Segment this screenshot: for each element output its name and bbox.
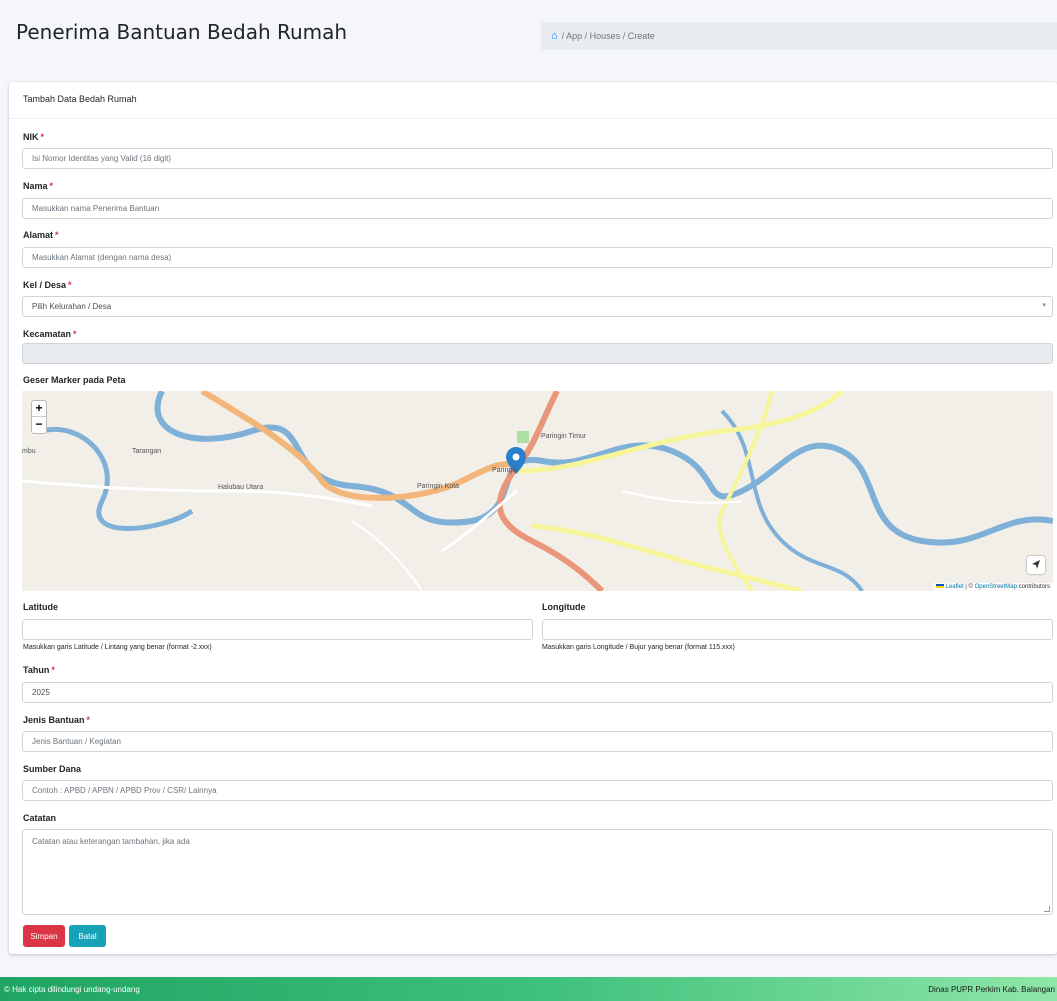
latitude-label: Latitude <box>23 602 58 612</box>
tahun-label: Tahun * <box>23 665 55 675</box>
jenis-label: Jenis Bantuan * <box>23 715 91 725</box>
map-tiles <box>22 391 1053 591</box>
alamat-input[interactable]: Masukkan Alamat (dengan nama desa) <box>22 247 1053 268</box>
tahun-input[interactable]: 2025 <box>22 682 1053 703</box>
jenis-input[interactable]: Jenis Bantuan / Kegiatan <box>22 731 1053 752</box>
footer-copyright: © Hak cipta dilindungi undang-undang <box>4 984 140 994</box>
longitude-hint: Masukkan garis Longitude / Bujur yang be… <box>542 644 735 651</box>
desa-select[interactable]: Pilih Kelurahan / Desa ▾ <box>22 296 1053 317</box>
place-halubau: Halubau Utara <box>218 484 264 491</box>
map-label: Geser Marker pada Peta <box>23 375 126 385</box>
ukraine-flag-icon <box>935 584 944 589</box>
attribution-contributors: contributors <box>1016 584 1050 590</box>
place-mbu: mbu <box>22 448 36 455</box>
card-title: Tambah Data Bedah Rumah <box>9 82 1057 119</box>
place-paringin: Paringin <box>492 467 518 474</box>
nama-input[interactable]: Masukkan nama Penerima Bantuan <box>22 198 1053 219</box>
zoom-out-button[interactable]: − <box>32 417 46 433</box>
locate-button[interactable] <box>1027 556 1045 574</box>
osm-link[interactable]: OpenStreetMap <box>975 584 1017 590</box>
content-header: Penerima Bantuan Bedah Rumah ⌂ / App / H… <box>0 0 1057 82</box>
zoom-in-button[interactable]: + <box>32 401 46 417</box>
catatan-textarea[interactable]: Catatan atau keterangan tambahan, jika a… <box>22 829 1053 915</box>
kecamatan-input <box>22 343 1053 364</box>
sumber-input[interactable]: Contoh : APBD / APBN / APBD Prov / CSR/ … <box>22 780 1053 801</box>
save-button[interactable]: Simpan <box>23 925 65 947</box>
page-title: Penerima Bantuan Bedah Rumah <box>16 20 348 44</box>
zoom-control: + − <box>31 400 47 434</box>
place-tarangan: Tarangan <box>132 448 162 455</box>
form-card: Tambah Data Bedah Rumah NIK * Isi Nomor I… <box>9 82 1057 954</box>
latitude-hint: Masukkan garis Latitude / Lintang yang b… <box>23 644 212 651</box>
map-attribution: Leaflet | © OpenStreetMap contributors <box>932 583 1053 591</box>
footer-org: Dinas PUPR Perkim Kab. Balangan <box>928 984 1055 994</box>
sumber-label: Sumber Dana <box>23 764 82 774</box>
navigation-arrow-icon <box>1032 560 1040 569</box>
catatan-label: Catatan <box>23 813 57 823</box>
breadcrumb-path[interactable]: / App / Houses / Create <box>562 31 655 41</box>
desa-selected-value: Pilih Kelurahan / Desa <box>32 302 112 311</box>
location-map[interactable]: Paringin Paringin Kota Paringin Timur Ta… <box>22 391 1053 591</box>
footer: © Hak cipta dilindungi undang-undang Din… <box>0 977 1057 1001</box>
home-icon[interactable]: ⌂ <box>551 30 558 42</box>
alamat-label: Alamat * <box>23 230 59 240</box>
place-paringin-timur: Paringin Timur <box>541 433 587 440</box>
longitude-label: Longitude <box>542 602 586 612</box>
catatan-placeholder: Catatan atau keterangan tambahan, jika a… <box>32 837 190 846</box>
cancel-button[interactable]: Batal <box>69 925 106 947</box>
place-paringin-kota: Paringin Kota <box>417 483 460 490</box>
attribution-separator: | © <box>963 584 975 590</box>
latitude-input[interactable] <box>22 619 533 640</box>
chevron-down-icon: ▾ <box>1042 302 1046 309</box>
nama-label: Nama * <box>23 181 54 191</box>
desa-label: Kel / Desa * <box>23 280 72 290</box>
leaflet-link[interactable]: Leaflet <box>946 584 964 590</box>
longitude-input[interactable] <box>542 619 1053 640</box>
resize-handle[interactable] <box>1044 906 1050 912</box>
kecamatan-label: Kecamatan * <box>23 329 77 339</box>
breadcrumb: ⌂ / App / Houses / Create <box>541 22 1057 50</box>
nik-input[interactable]: Isi Nomor Identitas yang Valid (16 digit… <box>22 148 1053 169</box>
nik-label: NIK * <box>23 132 45 142</box>
